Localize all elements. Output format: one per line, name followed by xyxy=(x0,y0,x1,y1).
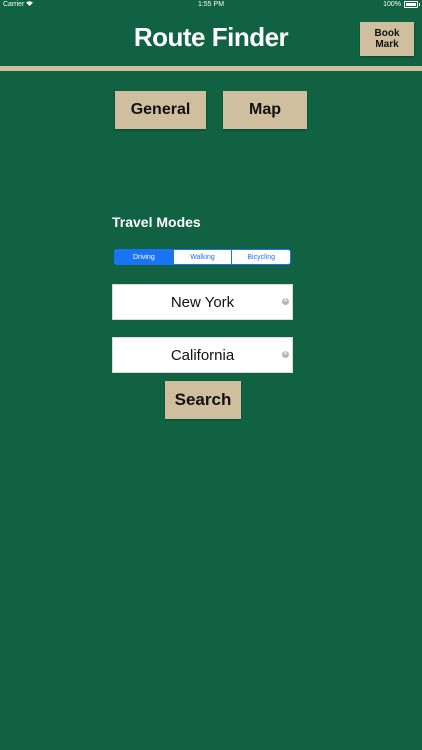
travel-mode-segmented-control: Driving Walking Bicycling xyxy=(114,249,291,265)
page-title: Route Finder xyxy=(133,22,289,52)
status-bar: Carrier 1:55 PM 100% xyxy=(0,0,422,12)
origin-field-container: ✕ xyxy=(112,284,293,320)
status-battery: 100% xyxy=(383,1,420,8)
battery-percent: 100% xyxy=(383,1,401,8)
status-time: 1:55 PM xyxy=(197,1,225,8)
destination-input[interactable] xyxy=(113,338,292,372)
clear-icon[interactable]: ✕ xyxy=(282,298,289,305)
clear-icon[interactable]: ✕ xyxy=(282,351,289,358)
header-divider xyxy=(0,66,422,71)
travel-modes-label: Travel Modes xyxy=(112,214,201,230)
segment-walking[interactable]: Walking xyxy=(172,250,232,264)
segment-bicycling[interactable]: Bicycling xyxy=(231,250,290,264)
search-button[interactable]: Search xyxy=(165,381,241,419)
general-button[interactable]: General xyxy=(115,91,206,129)
destination-field-container: ✕ xyxy=(112,337,293,373)
segment-driving[interactable]: Driving xyxy=(115,250,173,264)
bookmark-button[interactable]: Book Mark xyxy=(360,22,414,56)
map-button[interactable]: Map xyxy=(223,91,307,129)
origin-input[interactable] xyxy=(113,285,292,319)
battery-icon xyxy=(404,1,420,8)
